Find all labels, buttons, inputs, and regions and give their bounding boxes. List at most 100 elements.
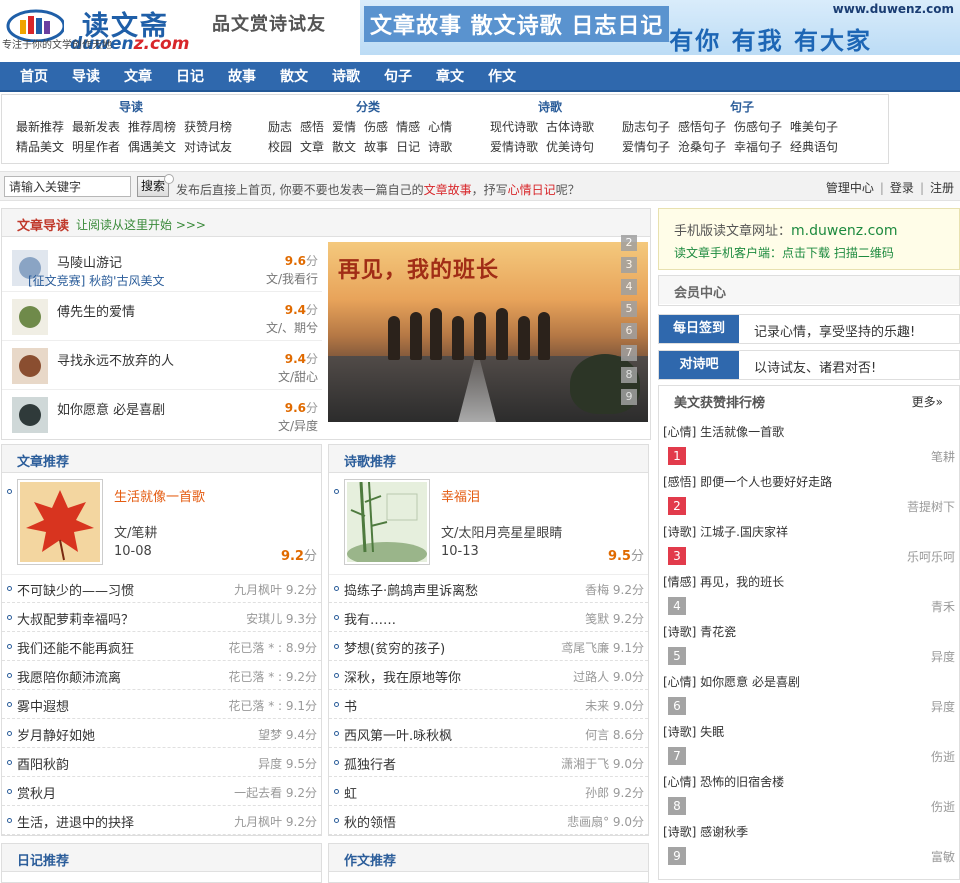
ranking-item[interactable]: [心情] 生活就像一首歌 1 笔耕 xyxy=(659,418,959,468)
list-item-title[interactable]: 大叔配萝莉幸福吗？ xyxy=(17,609,134,628)
category-link[interactable]: 爱情诗歌 xyxy=(490,137,538,157)
guide-item-title[interactable]: 如你愿意 必是喜剧 xyxy=(57,399,165,418)
list-item-title[interactable]: 赏秋月 xyxy=(17,783,56,802)
nav-item[interactable]: 句子 xyxy=(372,62,424,92)
poem-list-item[interactable]: 虹 孙郎 9.2分 xyxy=(329,777,648,806)
nav-item[interactable]: 文章 xyxy=(112,62,164,92)
category-link[interactable]: 幸福句子 xyxy=(734,137,782,157)
category-link[interactable]: 现代诗歌 xyxy=(490,117,538,137)
category-link[interactable]: 唯美句子 xyxy=(790,117,838,137)
category-link[interactable]: 优美诗句 xyxy=(546,137,594,157)
category-link[interactable]: 对诗试友 xyxy=(184,137,232,157)
mobile-site-link[interactable]: m.duwenz.com xyxy=(791,223,897,239)
category-link[interactable]: 精品美文 xyxy=(16,137,64,157)
ranking-item[interactable]: [诗歌] 感谢秋季 9 富敏 xyxy=(659,818,959,868)
nav-item[interactable]: 散文 xyxy=(268,62,320,92)
ranking-item-title[interactable]: [诗歌] 江城子.国庆家祥 xyxy=(663,523,788,540)
category-link[interactable]: 感悟 xyxy=(300,117,324,137)
poem-list-item[interactable]: 我有…… 笺默 9.2分 xyxy=(329,603,648,632)
ranking-item-title[interactable]: [感悟] 即便一个人也要好好走路 xyxy=(663,473,832,490)
nav-item[interactable]: 故事 xyxy=(216,62,268,92)
ranking-item[interactable]: [心情] 如你愿意 必是喜剧 6 异度 xyxy=(659,668,959,718)
list-item-title[interactable]: 书 xyxy=(344,696,357,715)
nav-item[interactable]: 首页 xyxy=(8,62,60,92)
site-logo[interactable]: 读文斋 duwenz.com 专注于你的文学创作天地 xyxy=(0,0,200,58)
category-link[interactable]: 校园 xyxy=(268,137,292,157)
article-list-item[interactable]: 赏秋月 一起去看 9.2分 xyxy=(2,777,321,806)
category-link[interactable]: 偶遇美文 xyxy=(128,137,176,157)
guide-thumbnail-image[interactable] xyxy=(12,299,48,335)
list-item-title[interactable]: 西风第一叶.咏秋枫 xyxy=(344,725,452,744)
list-item-title[interactable]: 我们还能不能再疯狂 xyxy=(17,638,134,657)
list-item-title[interactable]: 深秋，我在原地等你 xyxy=(344,667,461,686)
search-input[interactable] xyxy=(4,176,131,197)
guide-item-extra[interactable]: [征文竞赛] 秋韵'古风美文 xyxy=(28,272,164,289)
daily-signin-button[interactable]: 每日签到 xyxy=(659,315,739,343)
poem-feature-image[interactable] xyxy=(344,479,430,566)
guide-item-title[interactable]: 马陵山游记 xyxy=(57,252,122,271)
category-link[interactable]: 日记 xyxy=(396,137,420,157)
list-item-title[interactable]: 酉阳秋韵 xyxy=(17,754,69,773)
ranking-item-title[interactable]: [诗歌] 失眠 xyxy=(663,723,724,740)
slide-pager-number[interactable]: 9 xyxy=(621,389,637,405)
category-link[interactable]: 伤感句子 xyxy=(734,117,782,137)
slide-pager-number[interactable]: 5 xyxy=(621,301,637,317)
ranking-item-title[interactable]: [情感] 再见，我的班长 xyxy=(663,573,784,590)
slide-pager-number[interactable]: 8 xyxy=(621,367,637,383)
article-list-item[interactable]: 生活，进退中的抉择 九月枫叶 9.2分 xyxy=(2,806,321,835)
list-item-title[interactable]: 虹 xyxy=(344,783,357,802)
ranking-item-title[interactable]: [心情] 如你愿意 必是喜剧 xyxy=(663,673,800,690)
ranking-item[interactable]: [心情] 恐怖的旧宿舍楼 8 伤逝 xyxy=(659,768,959,818)
article-list-item[interactable]: 雾中遐想 花已落 * : 9.1分 xyxy=(2,690,321,719)
list-item-title[interactable]: 孤独行者 xyxy=(344,754,396,773)
ranking-item-title[interactable]: [心情] 恐怖的旧宿舍楼 xyxy=(663,773,784,790)
guide-item[interactable]: 寻找永远不放弃的人 9.4分 文/甜心 xyxy=(2,340,322,389)
category-link[interactable]: 最新发表 xyxy=(72,117,120,137)
article-feature[interactable]: 生活就像一首歌 文/笔耕 10-08 9.2分 xyxy=(2,475,321,575)
list-item-title[interactable]: 不可缺少的——习惯 xyxy=(17,580,134,599)
article-feature-image[interactable] xyxy=(17,479,103,565)
poem-list-item[interactable]: 西风第一叶.咏秋枫 何言 8.6分 xyxy=(329,719,648,748)
tip-link-story[interactable]: 文章故事 xyxy=(424,183,472,197)
tip-link-diary[interactable]: 心情日记 xyxy=(508,183,556,197)
guide-subtitle-link[interactable]: 让阅读从这里开始 >>> xyxy=(76,216,206,233)
list-item-title[interactable]: 梦想(贫穷的孩子) xyxy=(344,638,445,657)
guide-thumbnail-image[interactable] xyxy=(12,397,48,433)
category-link[interactable]: 推荐周榜 xyxy=(128,117,176,137)
guide-item-title[interactable]: 寻找永远不放弃的人 xyxy=(57,350,174,369)
ranking-item[interactable]: [诗歌] 失眠 7 伤逝 xyxy=(659,718,959,768)
nav-item[interactable]: 章文 xyxy=(424,62,476,92)
category-link[interactable]: 情感 xyxy=(396,117,420,137)
poem-list-item[interactable]: 捣练子·鹧鸪声里诉离愁 香梅 9.2分 xyxy=(329,574,648,603)
category-link[interactable]: 伤感 xyxy=(364,117,388,137)
register-link[interactable]: 注册 xyxy=(930,181,954,195)
poem-feature[interactable]: 幸福泪 文/太阳月亮星星眼睛 10-13 9.5分 xyxy=(329,475,648,575)
category-link[interactable]: 沧桑句子 xyxy=(678,137,726,157)
ranking-item[interactable]: [诗歌] 江城子.国庆家祥 3 乐呵乐呵 xyxy=(659,518,959,568)
list-item-title[interactable]: 我愿陪你颠沛流离 xyxy=(17,667,121,686)
ranking-item-title[interactable]: [诗歌] 青花瓷 xyxy=(663,623,736,640)
guide-item-title[interactable]: 傅先生的爱情 xyxy=(57,301,135,320)
article-list-item[interactable]: 我们还能不能再疯狂 花已落 * : 8.9分 xyxy=(2,632,321,661)
ranking-item[interactable]: [情感] 再见，我的班长 4 青禾 xyxy=(659,568,959,618)
poem-list-item[interactable]: 孤独行者 潇湘于飞 9.0分 xyxy=(329,748,648,777)
slide-pager-number[interactable]: 3 xyxy=(621,257,637,273)
list-item-title[interactable]: 秋的领悟 xyxy=(344,812,396,831)
category-link[interactable]: 最新推荐 xyxy=(16,117,64,137)
category-link[interactable]: 散文 xyxy=(332,137,356,157)
poem-list-item[interactable]: 书 未来 9.0分 xyxy=(329,690,648,719)
guide-thumbnail-image[interactable] xyxy=(12,348,48,384)
category-link[interactable]: 感悟句子 xyxy=(678,117,726,137)
slide-pager-number[interactable]: 2 xyxy=(621,235,637,251)
list-item-title[interactable]: 生活，进退中的抉择 xyxy=(17,812,134,831)
nav-item[interactable]: 诗歌 xyxy=(320,62,372,92)
article-list-item[interactable]: 酉阳秋韵 异度 9.5分 xyxy=(2,748,321,777)
poem-list-item[interactable]: 深秋，我在原地等你 过路人 9.0分 xyxy=(329,661,648,690)
ranking-item[interactable]: [感悟] 即便一个人也要好好走路 2 菩提树下 xyxy=(659,468,959,518)
poem-match-box[interactable]: 对诗吧 以诗试友、诸君对否! xyxy=(658,350,960,380)
nav-item[interactable]: 作文 xyxy=(476,62,528,92)
category-link[interactable]: 爱情句子 xyxy=(622,137,670,157)
category-link[interactable]: 励志 xyxy=(268,117,292,137)
article-list-item[interactable]: 岁月静好如她 望梦 9.4分 xyxy=(2,719,321,748)
category-link[interactable]: 古体诗歌 xyxy=(546,117,594,137)
